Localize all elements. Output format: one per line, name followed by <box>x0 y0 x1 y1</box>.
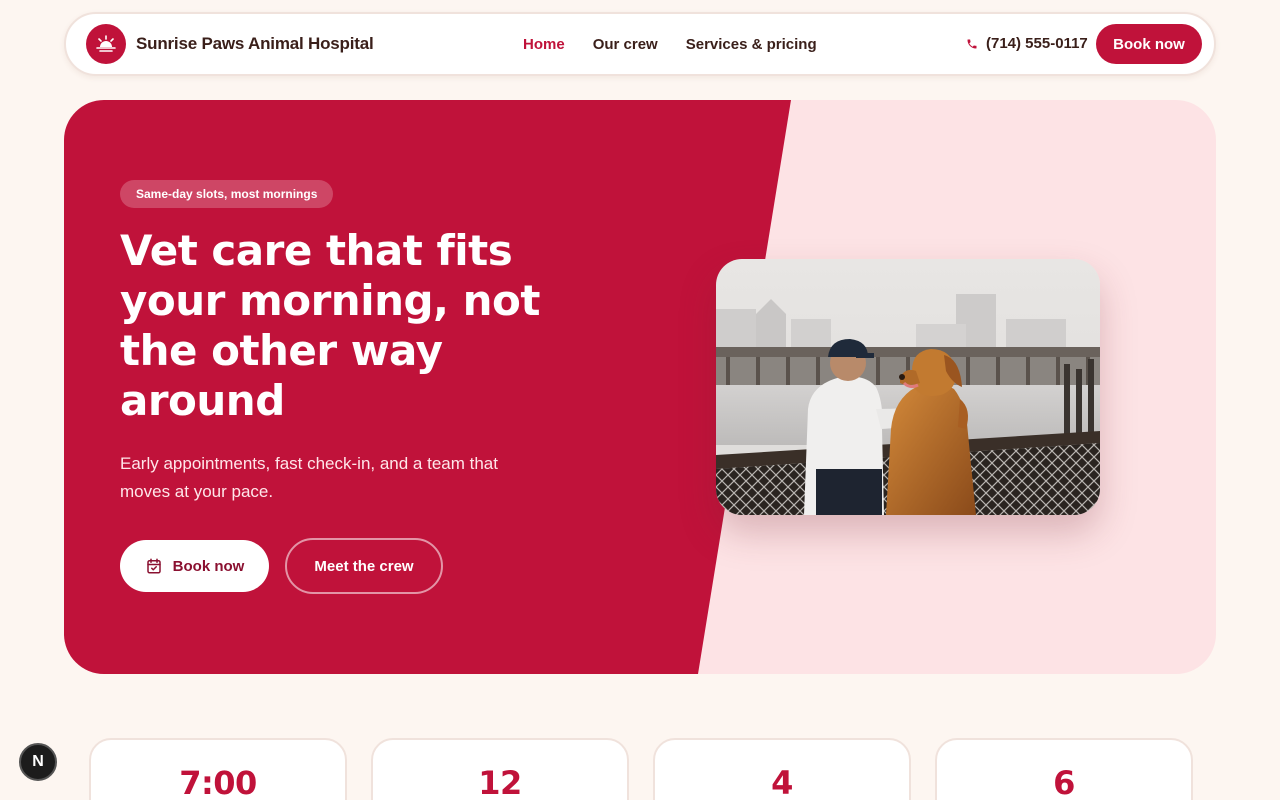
stat-value: 12 <box>478 764 522 800</box>
nav-book-button[interactable]: Book now <box>1096 24 1202 64</box>
hero-badge: Same-day slots, most mornings <box>120 180 334 208</box>
phone-number: (714) 555-0117 <box>986 35 1088 52</box>
sunrise-icon <box>86 24 126 64</box>
phone-icon <box>967 39 977 48</box>
dev-tools-badge[interactable]: N <box>19 743 57 781</box>
nav-link-services-pricing[interactable]: Services & pricing <box>686 36 817 53</box>
meet-the-crew-button[interactable]: Meet the crew <box>285 538 443 594</box>
calendar-check-icon <box>146 558 161 574</box>
nav-link-our-crew[interactable]: Our crew <box>593 36 658 53</box>
main-nav: Home Our crew Services & pricing <box>523 36 845 53</box>
stat-value: 6 <box>1053 764 1075 800</box>
stat-card: 6 <box>935 738 1193 800</box>
hero-book-label: Book now <box>172 557 245 575</box>
phone-link[interactable]: (714) 555-0117 <box>966 35 1088 52</box>
nav-link-home[interactable]: Home <box>523 36 565 53</box>
hero-title: Vet care that fits your morning, not the… <box>120 226 540 425</box>
hero-book-button[interactable]: Book now <box>120 540 269 592</box>
stat-value: 7:00 <box>179 764 257 800</box>
hero-subtitle: Early appointments, fast check-in, and a… <box>120 454 498 501</box>
hero-photo <box>716 259 1100 515</box>
top-navbar: Sunrise Paws Animal Hospital Home Our cr… <box>64 12 1216 76</box>
stat-card: 7:00 <box>89 738 347 800</box>
brand[interactable]: Sunrise Paws Animal Hospital <box>86 24 374 64</box>
stat-value: 4 <box>771 764 793 800</box>
brand-name: Sunrise Paws Animal Hospital <box>136 34 374 53</box>
hero-section: Same-day slots, most mornings Vet care t… <box>64 100 1216 674</box>
stat-card: 12 <box>371 738 629 800</box>
stat-card: 4 <box>653 738 911 800</box>
